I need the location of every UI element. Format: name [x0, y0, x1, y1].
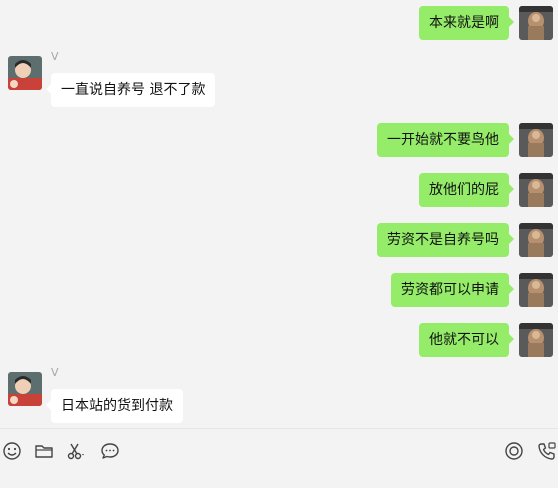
sender-name: V [51, 50, 59, 63]
message-bubble[interactable]: 劳资都可以申请 [391, 273, 514, 307]
message-bubble[interactable]: 本来就是啊 [419, 6, 514, 40]
message-bubble[interactable]: 日本站的货到付款 [46, 389, 183, 423]
message-bubble[interactable]: 他就不可以 [419, 323, 514, 357]
my-avatar[interactable] [519, 223, 553, 257]
scissors-icon[interactable] [66, 441, 86, 461]
contact-avatar[interactable] [8, 372, 42, 406]
live-icon[interactable] [504, 441, 524, 461]
my-avatar[interactable] [519, 6, 553, 40]
message-bubble[interactable]: 一直说自养号 退不了款 [45, 73, 216, 107]
chat-bubble-icon[interactable] [100, 441, 120, 461]
contact-avatar[interactable] [8, 56, 42, 90]
my-avatar[interactable] [519, 273, 553, 307]
emoji-icon[interactable] [2, 441, 22, 461]
message-bubble[interactable]: 劳资不是自养号吗 [377, 223, 514, 257]
my-avatar[interactable] [519, 123, 553, 157]
message-bubble[interactable]: 一开始就不要鸟他 [377, 123, 514, 157]
chat-message-list[interactable]: 本来就是啊 V 一直说自养号 退不了款 一开始就不要鸟他 放他们的屁 劳资不是自… [0, 0, 558, 428]
my-avatar[interactable] [519, 173, 553, 207]
sender-name: V [51, 366, 59, 379]
message-bubble[interactable]: 放他们的屁 [419, 173, 514, 207]
video-call-icon[interactable] [537, 441, 557, 461]
folder-icon[interactable] [34, 441, 54, 461]
my-avatar[interactable] [519, 323, 553, 357]
chat-input-toolbar [0, 428, 558, 488]
